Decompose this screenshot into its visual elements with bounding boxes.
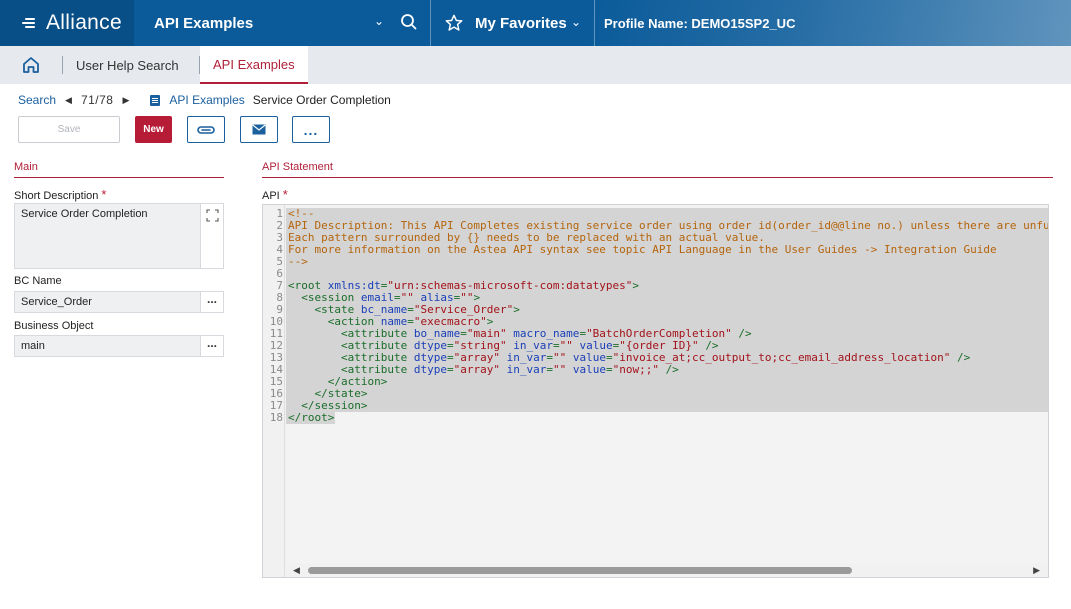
bc-name-lookup-button[interactable]: ... <box>200 292 223 312</box>
api-label: API * <box>262 187 288 202</box>
scroll-left-icon[interactable]: ◀ <box>293 565 300 576</box>
star-icon <box>445 14 463 31</box>
breadcrumb-search-link[interactable]: Search <box>18 93 56 107</box>
breadcrumb-current: Service Order Completion <box>252 93 391 107</box>
home-tab[interactable] <box>0 46 62 84</box>
next-record-icon[interactable]: ▶ <box>122 95 129 106</box>
expand-icon <box>206 209 219 222</box>
short-description-label: Short Description * <box>14 187 106 202</box>
expand-button[interactable] <box>200 204 223 268</box>
document-icon <box>150 94 161 106</box>
email-button[interactable] <box>240 116 278 143</box>
menu-icon[interactable] <box>22 18 36 28</box>
business-object-label: Business Object <box>14 320 94 332</box>
business-object-lookup-button[interactable]: ... <box>200 336 223 356</box>
attach-button[interactable] <box>187 116 225 143</box>
tab-api-examples[interactable]: API Examples <box>200 46 308 84</box>
home-icon[interactable] <box>21 55 41 75</box>
short-description-value: Service Order Completion <box>21 208 148 220</box>
bc-name-value: Service_Order <box>21 296 92 308</box>
tab-bar: User Help Search API Examples <box>0 46 1071 84</box>
save-button[interactable]: Save <box>18 116 120 143</box>
top-header: Alliance API Examples ⌄ My Favorites ⌄ P… <box>0 0 1071 46</box>
paperclip-icon <box>197 125 215 134</box>
short-description-label-text: Short Description <box>14 190 99 202</box>
required-marker: * <box>101 187 107 202</box>
business-object-field[interactable]: main ... <box>14 335 224 357</box>
tab-user-help-search[interactable]: User Help Search <box>63 46 199 84</box>
horizontal-scrollbar[interactable]: ◀ ▶ <box>286 563 1048 577</box>
short-description-field[interactable]: Service Order Completion <box>14 203 224 269</box>
business-object-value: main <box>21 340 45 352</box>
app-logo: Alliance <box>46 11 122 34</box>
api-statement-header: API Statement <box>262 161 1053 178</box>
main-section-header: Main <box>14 161 224 178</box>
code-line: For more information on the Astea API sy… <box>288 243 997 256</box>
module-title: API Examples <box>154 14 254 32</box>
scrollbar-thumb[interactable] <box>308 567 852 574</box>
line-number: 18 <box>269 411 283 424</box>
breadcrumb-section-link[interactable]: API Examples <box>169 93 244 107</box>
scroll-right-icon[interactable]: ▶ <box>1033 565 1040 576</box>
chevron-down-icon[interactable]: ⌄ <box>571 15 581 29</box>
favorites-menu[interactable]: My Favorites ⌄ <box>431 0 595 46</box>
module-selector[interactable]: API Examples ⌄ <box>134 0 431 46</box>
more-actions-button[interactable]: ... <box>292 116 330 143</box>
logo-area[interactable]: Alliance <box>0 0 134 46</box>
favorites-label: My Favorites <box>475 14 567 32</box>
api-label-text: API <box>262 190 280 202</box>
more-label: ... <box>303 121 319 138</box>
required-marker: * <box>282 187 288 202</box>
code-line: </root> <box>288 411 335 424</box>
search-icon[interactable] <box>400 13 418 31</box>
bc-name-field[interactable]: Service_Order ... <box>14 291 224 313</box>
profile-name[interactable]: Profile Name: DEMO15SP2_UC <box>595 0 795 46</box>
new-button[interactable]: New <box>135 116 172 143</box>
code-line: --> <box>288 255 308 268</box>
api-code-editor[interactable]: 1 <!-- 2 API Description: This API Complete… <box>262 204 1049 578</box>
mail-icon <box>252 124 266 135</box>
breadcrumb: Search ◀ 71/78 ▶ API Examples Service Or… <box>18 93 391 107</box>
bc-name-label: BC Name <box>14 275 62 287</box>
chevron-down-icon[interactable]: ⌄ <box>374 14 384 28</box>
record-counter: 71/78 <box>80 93 114 107</box>
previous-record-icon[interactable]: ◀ <box>65 95 72 106</box>
